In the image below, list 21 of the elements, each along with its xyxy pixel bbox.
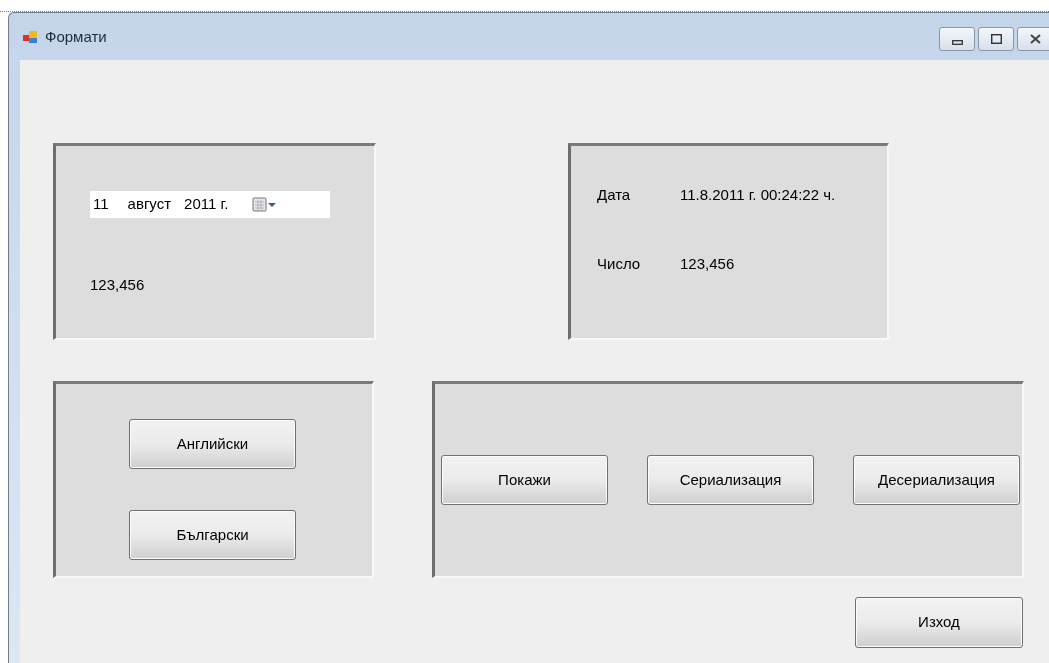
action-button[interactable]: Покажи xyxy=(441,455,608,505)
maximize-icon xyxy=(990,34,1002,44)
minimize-icon xyxy=(951,39,963,45)
calendar-icon xyxy=(252,196,279,213)
exit-button[interactable]: Изход xyxy=(855,597,1023,648)
field-label: Число xyxy=(597,253,642,274)
number-text: 123,456 xyxy=(90,275,146,295)
window-title: Формати xyxy=(45,29,107,45)
field-value: 11.8.2011 г. 00:24:22 ч. xyxy=(680,185,836,205)
app-icon xyxy=(23,30,37,44)
close-button[interactable] xyxy=(1017,27,1049,51)
field-label: Дата xyxy=(597,185,632,205)
date-picker[interactable]: 11 август 2011 г. xyxy=(90,191,330,218)
action-button[interactable]: Сериализация xyxy=(647,455,814,505)
close-icon xyxy=(1029,34,1041,44)
action-button[interactable]: Десериализация xyxy=(853,455,1020,505)
maximize-button[interactable] xyxy=(978,27,1014,51)
language-button[interactable]: Български xyxy=(129,510,296,560)
field-value: 123,456 xyxy=(680,253,735,274)
language-button[interactable]: Английски xyxy=(129,419,296,469)
minimize-button[interactable] xyxy=(939,27,975,51)
